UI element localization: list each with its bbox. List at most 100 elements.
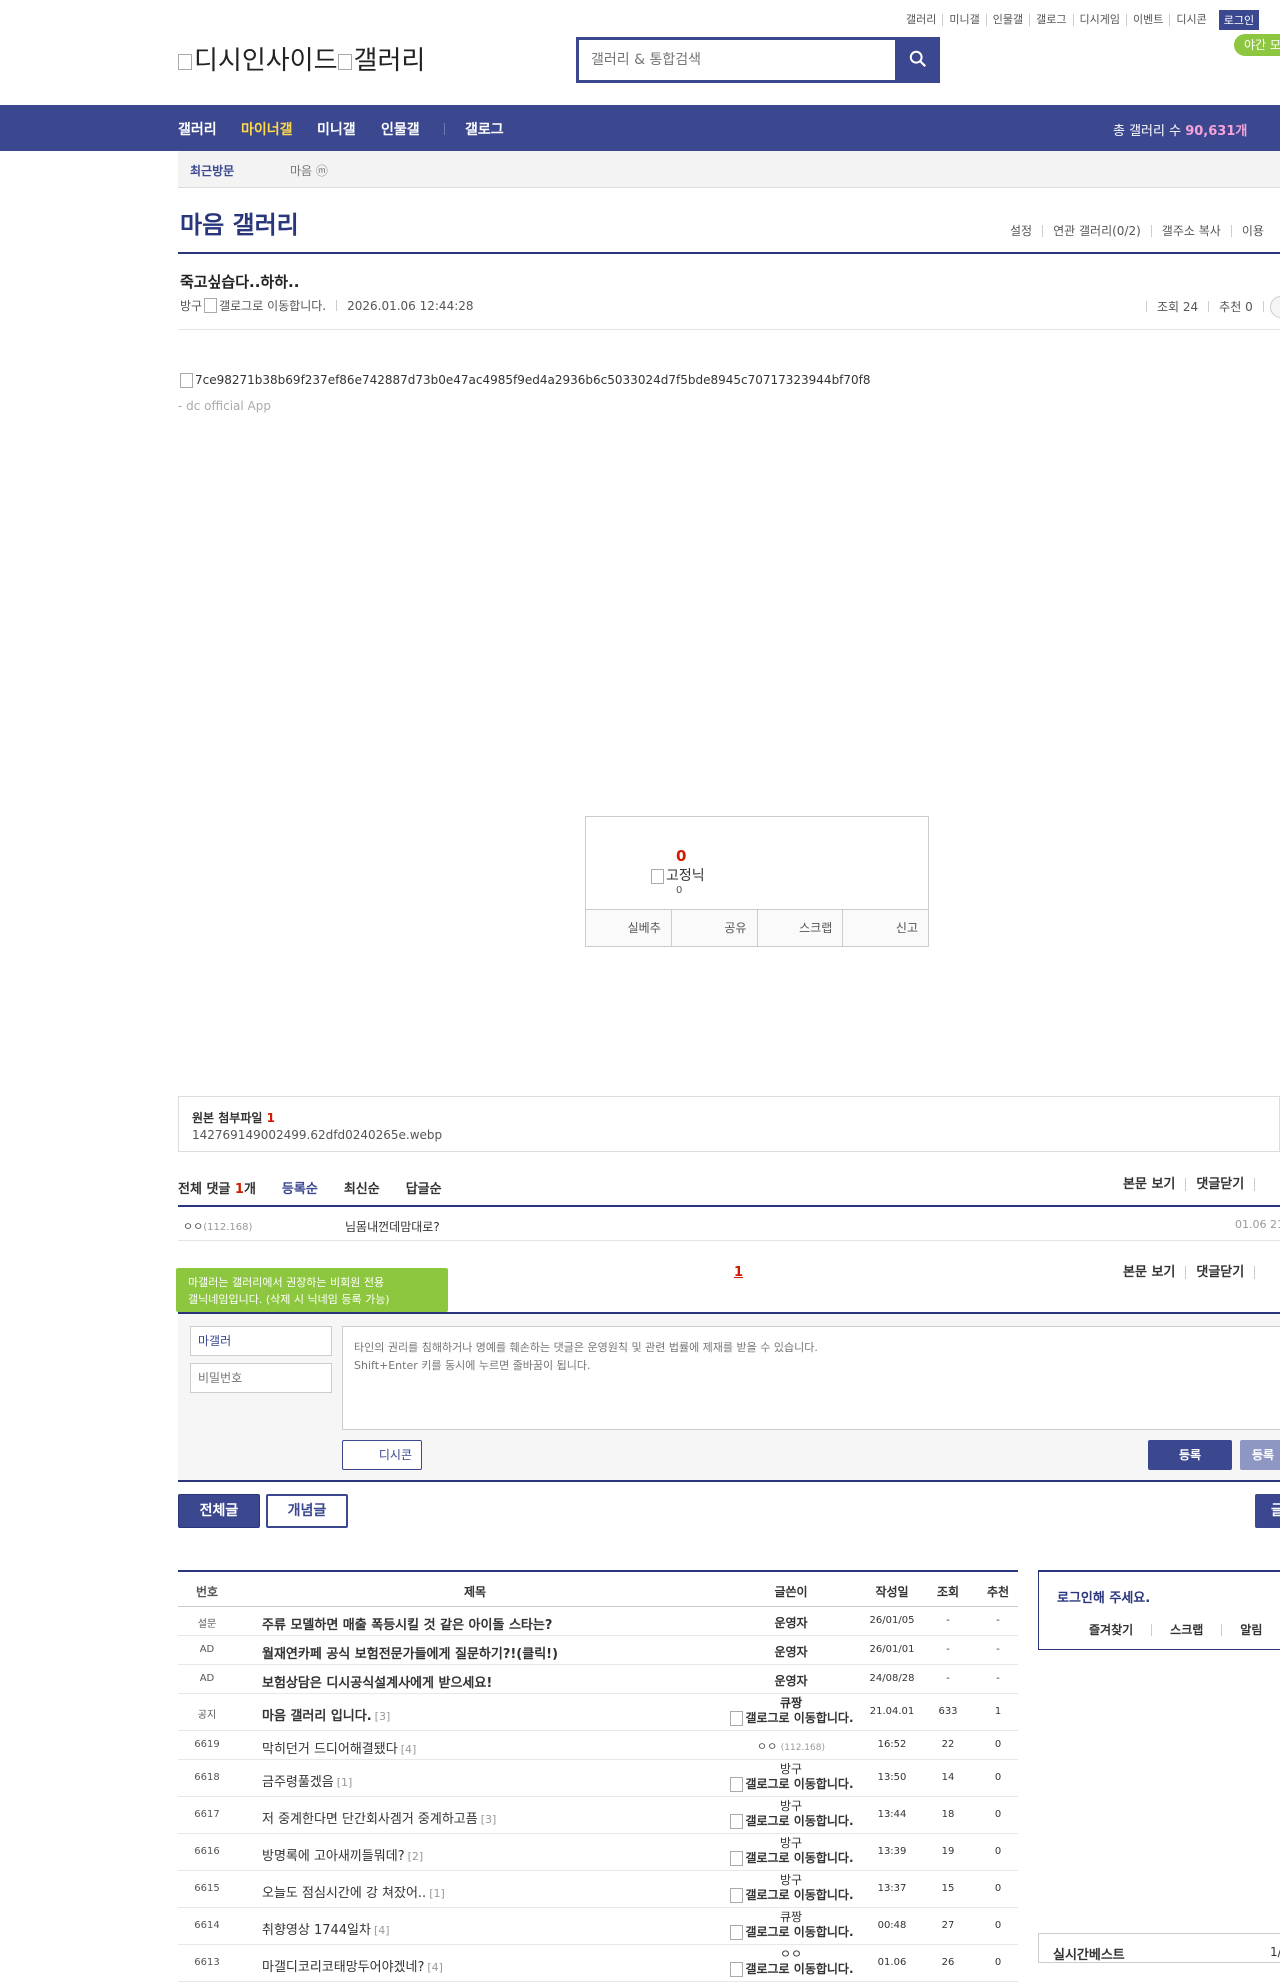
gallog-link[interactable]: 갤로그로 이동합니다. <box>716 1888 866 1903</box>
attachment-file-link[interactable]: 142769149002499.62dfd0240265e.webp <box>192 1128 442 1142</box>
post-title-link[interactable]: 금주령풀겠음 [1] <box>262 1771 352 1790</box>
table-row[interactable]: 6617 저 중계한다면 단간회사겜거 중계하고픔 [3] 방구 갤로그로 이동합니다.… <box>178 1797 1018 1834</box>
top-link-gallog[interactable]: 갤로그 <box>1029 14 1072 26</box>
recent-visit-item[interactable]: 마음 ⓜ <box>290 162 328 179</box>
best-recommend-button[interactable]: 실베추 <box>586 910 671 946</box>
post-title-link[interactable]: 주류 모델하면 매출 폭등시킬 것 같은 아이돌 스타는? <box>262 1614 555 1633</box>
post-title-link[interactable]: 오늘도 점심시간에 강 쳐잤어.. [1] <box>262 1882 445 1901</box>
password-field[interactable] <box>190 1363 332 1393</box>
post-title-link[interactable]: 취향영상 1744일차 [4] <box>262 1919 390 1938</box>
gallery-settings-link[interactable]: 설정 <box>1000 225 1042 237</box>
gallog-link[interactable]: 갤로그로 이동합니다. <box>716 1925 866 1940</box>
gallog-link[interactable]: 갤로그로 이동합니다. <box>716 1962 866 1977</box>
table-row[interactable]: AD 월재연카페 공식 보험전문가들에게 질문하기?!(클릭!) 운영자 26/01/… <box>178 1636 1018 1665</box>
writer-nick[interactable]: 방구 <box>716 1762 866 1777</box>
gallog-link[interactable]: 갤로그로 이동합니다. <box>716 1814 866 1829</box>
comment-textarea[interactable] <box>342 1326 1280 1430</box>
write-post-button[interactable]: 글 <box>1255 1494 1280 1528</box>
tab-all-posts[interactable]: 전체글 <box>178 1494 260 1528</box>
close-comments-button[interactable]: 댓글닫기 <box>1185 1178 1254 1191</box>
writer-nick[interactable]: 방구 <box>716 1836 866 1851</box>
gallog-link[interactable]: 갤로그로 이동합니다. <box>716 1777 866 1792</box>
site-logo[interactable]: 디시인사이드 갤러리 <box>178 40 425 77</box>
table-row[interactable]: 공지 마음 갤러리 입니다. [3] 큐짱 갤로그로 이동합니다. 21.04.01 633… <box>178 1694 1018 1731</box>
search-icon[interactable] <box>909 50 927 68</box>
reply-count[interactable]: [4] <box>374 1924 390 1937</box>
copy-gallery-address-link[interactable]: 갤주소 복사 <box>1150 225 1231 237</box>
dccon-button[interactable]: 디시콘 <box>342 1440 422 1470</box>
nav-gallog[interactable]: 갤로그 <box>465 119 504 139</box>
top-link-mini[interactable]: 미니갤 <box>942 14 985 26</box>
night-mode-toggle[interactable]: 야간 모 <box>1234 34 1280 56</box>
gallog-link[interactable]: 갤로그로 이동합니다. <box>716 1851 866 1866</box>
nav-gallery[interactable]: 갤러리 <box>178 119 217 139</box>
submit-and-recommend-button[interactable]: 등록 <box>1240 1440 1280 1470</box>
close-comments-button[interactable]: 댓글닫기 <box>1185 1266 1254 1279</box>
scrap-link[interactable]: 스크랩 <box>1151 1624 1221 1636</box>
nickname-field[interactable]: 마갤러 <box>190 1326 332 1356</box>
writer-nick[interactable]: ㅇㅇ <box>716 1947 866 1962</box>
top-link-dccon[interactable]: 디시콘 <box>1169 14 1212 26</box>
login-prompt[interactable]: 로그인해 주세요. <box>1057 1587 1150 1606</box>
gallog-icon[interactable] <box>204 298 218 313</box>
related-gallery-link[interactable]: 연관 갤러리(0/2) <box>1042 225 1151 237</box>
writer-nick[interactable]: 운영자 <box>774 1674 807 1688</box>
table-row[interactable]: 6613 마갤디코리코태망두어야겠네? [4] ㅇㅇ 갤로그로 이동합니다. 01.06 2… <box>178 1945 1018 1982</box>
table-row[interactable]: 6618 금주령풀겠음 [1] 방구 갤로그로 이동합니다. 13:50 14 0 <box>178 1760 1018 1797</box>
writer-nick[interactable]: 큐짱 <box>716 1910 866 1925</box>
writer-nick[interactable]: 방구 <box>716 1873 866 1888</box>
post-title-link[interactable]: 마갤디코리코태망두어야겠네? [4] <box>262 1956 443 1975</box>
writer-nick[interactable]: 방구 <box>716 1799 866 1814</box>
post-image[interactable]: 7ce98271b38b69f237ef86e742887d73b0e47ac4… <box>178 373 871 388</box>
nav-mini-gallery[interactable]: 미니갤 <box>317 119 356 139</box>
reply-count[interactable]: [1] <box>429 1887 445 1900</box>
comment-page-1[interactable]: 1 <box>734 1265 743 1280</box>
reply-count[interactable]: [4] <box>427 1961 443 1974</box>
table-row[interactable]: 설문 주류 모델하면 매출 폭등시킬 것 같은 아이돌 스타는? 운영자 26/01/… <box>178 1607 1018 1636</box>
search-input[interactable] <box>579 40 895 80</box>
tab-concept-posts[interactable]: 개념글 <box>266 1494 348 1528</box>
reply-count[interactable]: [4] <box>401 1743 417 1756</box>
post-title-link[interactable]: 저 중계한다면 단간회사겜거 중계하고픔 [3] <box>262 1808 496 1827</box>
view-post-button[interactable]: 본문 보기 <box>1123 1178 1185 1191</box>
table-row[interactable]: 6619 막히던거 드디어해결됐다 [4] ㅇㅇ (112.168) 16:52 22 0 <box>178 1731 1018 1760</box>
post-title-link[interactable]: 보험상담은 디시공식설계사에게 받으세요! <box>262 1672 495 1691</box>
top-link-gallery[interactable]: 갤러리 <box>900 14 942 26</box>
post-title-link[interactable]: 막히던거 드디어해결됐다 [4] <box>262 1738 416 1757</box>
nav-minor-gallery[interactable]: 마이너갤 <box>241 119 293 139</box>
post-title-link[interactable]: 마음 갤러리 입니다. [3] <box>262 1705 390 1724</box>
submit-comment-button[interactable]: 등록 <box>1148 1440 1232 1470</box>
login-button[interactable]: 로그인 <box>1218 10 1260 30</box>
writer-nick[interactable]: 운영자 <box>774 1616 807 1630</box>
reply-count[interactable]: [3] <box>375 1710 391 1723</box>
table-row[interactable]: 6616 방명록에 고아새끼들뭐데? [2] 방구 갤로그로 이동합니다. 13:39 19… <box>178 1834 1018 1871</box>
writer-nick[interactable]: 운영자 <box>774 1645 807 1659</box>
writer-nick[interactable]: ㅇㅇ (112.168) <box>757 1740 825 1753</box>
sort-replies[interactable]: 답글순 <box>406 1178 442 1197</box>
comment-nick[interactable]: ㅇㅇ(112.168) <box>183 1218 252 1234</box>
writer-nick[interactable]: 큐짱 <box>716 1696 866 1711</box>
usage-link[interactable]: 이용 <box>1230 225 1274 237</box>
table-row[interactable]: AD 보험상담은 디시공식설계사에게 받으세요! 운영자 24/08/28- - <box>178 1665 1018 1694</box>
sort-latest[interactable]: 최신순 <box>344 1178 380 1197</box>
report-button[interactable]: 신고 <box>842 910 928 946</box>
gallery-title[interactable]: 마음 갤러리 <box>180 205 299 240</box>
table-row[interactable]: 6615 오늘도 점심시간에 강 쳐잤어.. [1] 방구 갤로그로 이동합니다. 13:… <box>178 1871 1018 1908</box>
top-link-event[interactable]: 이벤트 <box>1125 14 1169 26</box>
post-title-link[interactable]: 방명록에 고아새끼들뭐데? [2] <box>262 1845 423 1864</box>
gallog-link[interactable]: 갤로그로 이동합니다. <box>716 1711 866 1726</box>
reply-count[interactable]: [1] <box>337 1776 353 1789</box>
top-link-person[interactable]: 인물갤 <box>985 14 1029 26</box>
nav-person-gallery[interactable]: 인물갤 <box>381 119 420 139</box>
reply-count[interactable]: [2] <box>408 1850 424 1863</box>
reply-count[interactable]: [3] <box>481 1813 497 1826</box>
scrap-button[interactable]: 스크랩 <box>756 910 843 946</box>
notification-link[interactable]: 알림 <box>1221 1624 1280 1636</box>
share-button[interactable]: 공유 <box>670 910 757 946</box>
favorites-link[interactable]: 즐겨찾기 <box>1089 1624 1151 1636</box>
view-post-button[interactable]: 본문 보기 <box>1123 1266 1185 1279</box>
sort-registered[interactable]: 등록순 <box>282 1178 318 1197</box>
post-title-link[interactable]: 월재연카페 공식 보험전문가들에게 질문하기?!(클릭!) <box>262 1643 561 1662</box>
recent-visit-label[interactable]: 최근방문 <box>190 162 234 179</box>
post-writer[interactable]: 방구 <box>180 297 202 314</box>
